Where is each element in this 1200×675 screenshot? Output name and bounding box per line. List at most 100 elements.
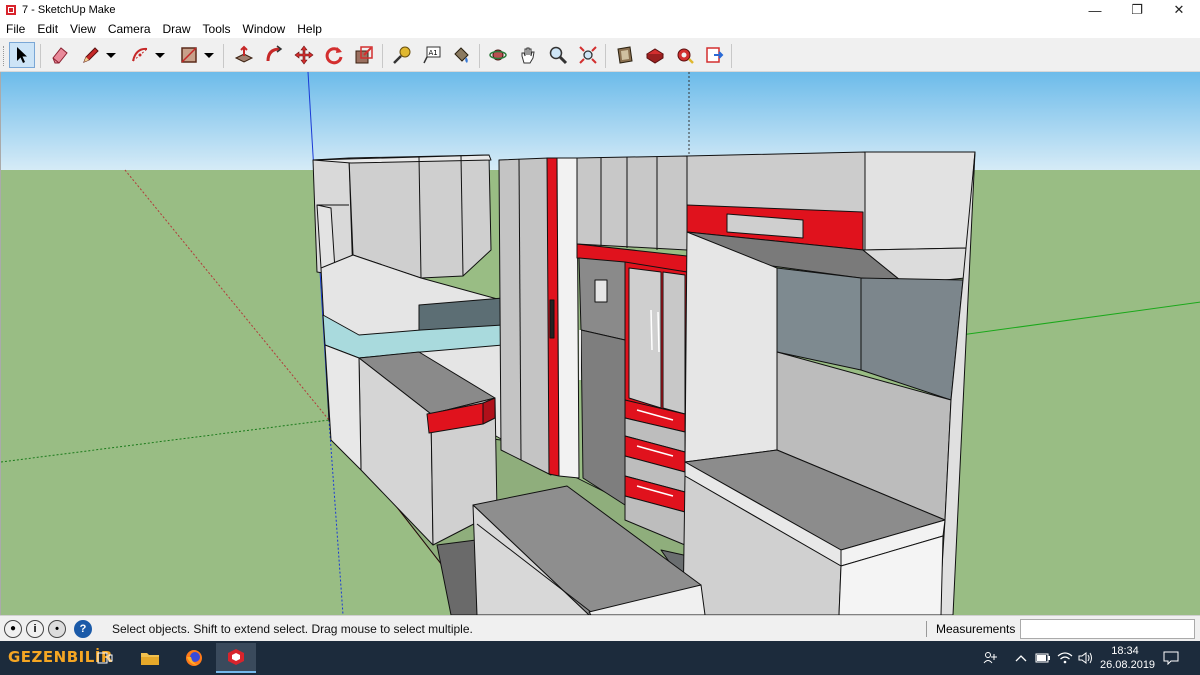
tall-cabinet-handle [549, 299, 555, 339]
close-button[interactable]: ✕ [1158, 0, 1200, 20]
sketchup-taskbar-icon [228, 649, 244, 665]
firefox-button[interactable] [174, 643, 214, 673]
menu-bar: File Edit View Camera Draw Tools Window … [0, 20, 1200, 38]
text-tool-button[interactable]: A1 [418, 42, 444, 68]
extension-manager-icon [677, 48, 694, 64]
send-to-layout-button[interactable] [702, 42, 728, 68]
battery-icon[interactable] [1035, 641, 1051, 675]
model-viewport[interactable] [0, 72, 1200, 615]
clock-time: 18:34 [1111, 645, 1139, 657]
menu-draw[interactable]: Draw [157, 22, 197, 36]
right-upper-cabinet-end [864, 151, 976, 251]
right-backsplash [776, 267, 862, 371]
action-center-icon[interactable] [1163, 641, 1179, 675]
follow-me-tool-button[interactable] [261, 42, 287, 68]
extension-warehouse-button[interactable] [642, 42, 668, 68]
3d-warehouse-button[interactable] [612, 42, 638, 68]
menu-edit[interactable]: Edit [31, 22, 64, 36]
arc-dropdown-button[interactable] [153, 42, 167, 68]
orbit-tool-icon [489, 49, 507, 61]
zoom-extents-tool-icon [579, 46, 597, 64]
orbit-tool-button[interactable] [485, 42, 511, 68]
info-icon[interactable]: i [26, 619, 44, 638]
task-view-button[interactable] [88, 643, 122, 673]
rectangle-tool-icon [181, 47, 197, 63]
menu-tools[interactable]: Tools [197, 22, 237, 36]
pencil-line-tool-button[interactable] [78, 42, 104, 68]
toolbar: A1 [0, 38, 1200, 72]
select-tool-icon [17, 47, 27, 63]
user-account-icon[interactable]: • [48, 619, 66, 638]
move-tool-icon [294, 45, 314, 65]
push-pull-tool-button[interactable] [231, 42, 257, 68]
title-bar: 7 - SketchUp Make — ❐ ✕ [0, 0, 1200, 20]
pan-tool-button[interactable] [515, 42, 541, 68]
show-hidden-icons[interactable] [1014, 641, 1028, 675]
zoom-tool-button[interactable] [545, 42, 571, 68]
toolbar-grip[interactable] [3, 46, 6, 66]
sketchup-taskbar-button[interactable] [216, 643, 256, 673]
text-tool-icon: A1 [423, 46, 441, 64]
send-to-layout-icon [706, 47, 724, 63]
file-explorer-button[interactable] [130, 643, 170, 673]
measurements-label: Measurements [936, 622, 1016, 636]
wifi-icon[interactable] [1057, 641, 1073, 675]
arc-tool-button[interactable] [127, 42, 153, 68]
sketchup-app-icon [6, 5, 16, 15]
rectangle-tool-button[interactable] [176, 42, 202, 68]
tall-cabinet-left [498, 157, 552, 476]
select-tool-button[interactable] [9, 42, 35, 68]
tape-measure-tool-icon [393, 46, 411, 64]
right-wall-light [684, 231, 778, 463]
system-clock[interactable]: 18:34 26.08.2019 [1100, 644, 1155, 672]
measurements-input[interactable] [1020, 619, 1195, 639]
tape-measure-tool-button[interactable] [389, 42, 415, 68]
move-tool-button[interactable] [291, 42, 317, 68]
menu-window[interactable]: Window [237, 22, 292, 36]
tall-pantry-inner [628, 267, 662, 409]
arc-tool-icon [132, 47, 148, 62]
status-bar: ● i • ? Select objects. Shift to extend … [0, 615, 1200, 641]
3d-warehouse-icon [617, 46, 633, 64]
restore-button[interactable]: ❐ [1116, 0, 1158, 20]
shape-dropdown-icon [204, 53, 214, 58]
tall-cabinet-white-strip [556, 157, 580, 479]
model-scene [1, 72, 1200, 615]
geo-location-icon[interactable]: ● [4, 619, 22, 638]
help-icon[interactable]: ? [74, 619, 92, 638]
folder-icon [141, 653, 159, 665]
rotate-tool-button[interactable] [321, 42, 347, 68]
volume-icon[interactable] [1077, 641, 1093, 675]
zoom-extents-tool-button[interactable] [575, 42, 601, 68]
line-dropdown-icon [106, 53, 116, 58]
paint-bucket-tool-button[interactable] [448, 42, 474, 68]
menu-camera[interactable]: Camera [102, 22, 157, 36]
window-title: 7 - SketchUp Make [22, 4, 116, 16]
task-view-icon [97, 652, 113, 664]
pan-tool-icon [521, 47, 535, 64]
menu-help[interactable]: Help [291, 22, 328, 36]
text-tool-glyph: A1 [429, 49, 438, 57]
menu-view[interactable]: View [64, 22, 102, 36]
scale-tool-button[interactable] [351, 42, 377, 68]
extension-warehouse-icon [646, 48, 664, 64]
pencil-line-tool-icon [83, 47, 99, 63]
sky [1, 72, 1200, 172]
menu-file[interactable]: File [0, 22, 31, 36]
follow-me-tool-icon [266, 45, 283, 62]
taskbar: GEZENBILİR 18:34 26.08.2019 [0, 641, 1200, 675]
firefox-icon [186, 650, 202, 666]
fridge-door-lower [580, 329, 626, 506]
paint-bucket-tool-icon [454, 47, 469, 63]
minimize-button[interactable]: — [1074, 0, 1116, 20]
eraser-tool-icon [52, 47, 68, 64]
help-glyph: ? [79, 622, 87, 635]
shape-dropdown-button[interactable] [202, 42, 216, 68]
eraser-tool-button[interactable] [47, 42, 73, 68]
line-dropdown-button[interactable] [104, 42, 118, 68]
fridge-dispenser [594, 279, 608, 303]
people-icon[interactable] [982, 641, 998, 675]
extension-manager-button[interactable] [672, 42, 698, 68]
scale-tool-icon [355, 46, 373, 64]
tall-pantry-inner-right [662, 271, 686, 415]
